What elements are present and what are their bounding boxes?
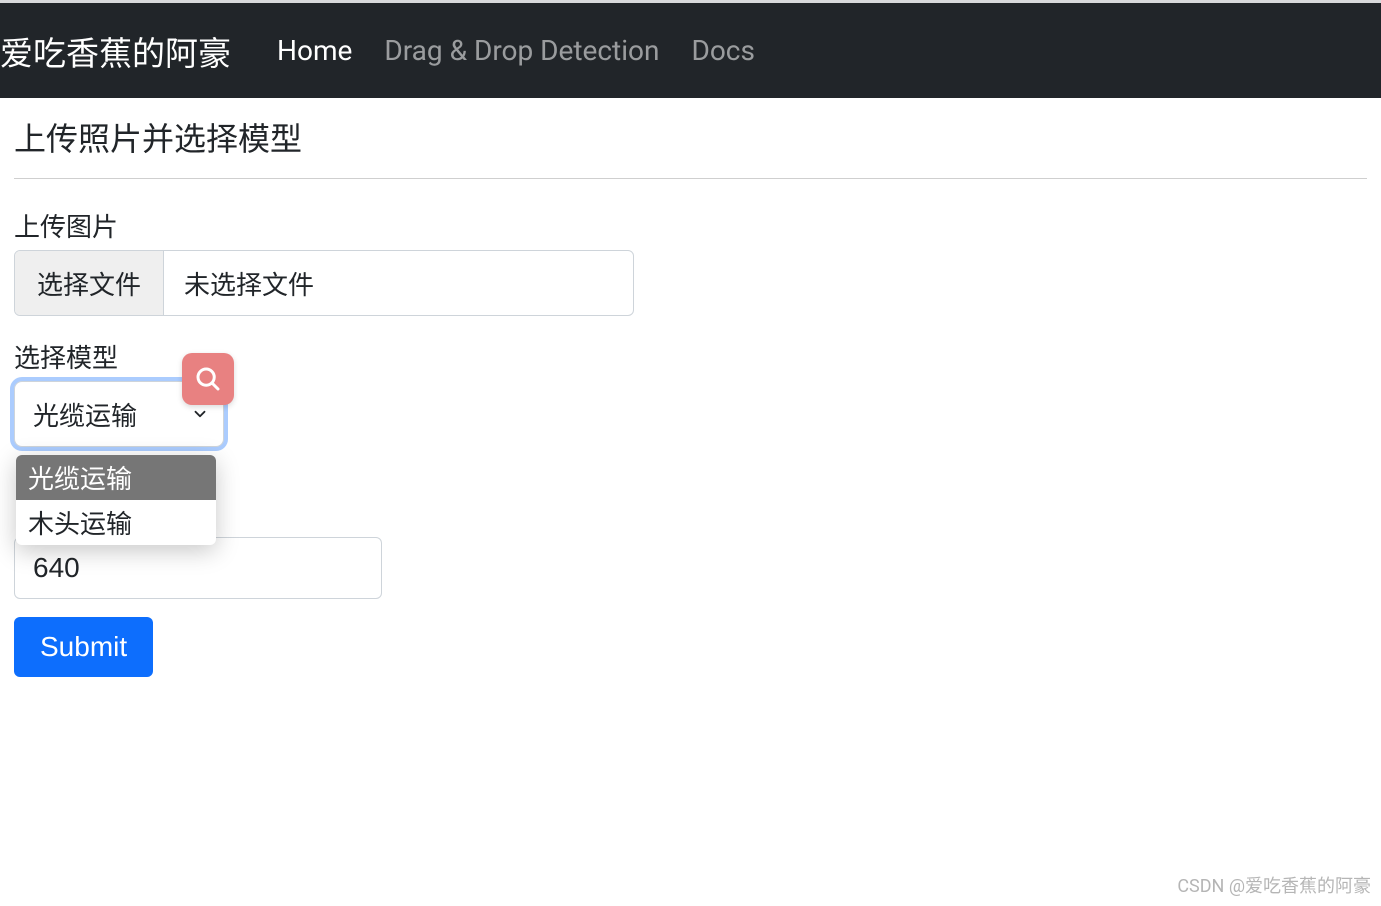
image-size-input[interactable]: [14, 537, 382, 599]
main-content: 上传照片并选择模型 上传图片 选择文件 未选择文件 选择模型 光缆运输 光缆运输…: [0, 98, 1381, 693]
nav-drag-drop-detection[interactable]: Drag & Drop Detection: [368, 34, 675, 67]
search-icon[interactable]: [182, 353, 234, 405]
submit-button[interactable]: Submit: [14, 617, 153, 677]
model-option-1[interactable]: 木头运输: [16, 500, 216, 545]
navbar: 爱吃香蕉的阿豪 Home Drag & Drop Detection Docs: [0, 0, 1381, 98]
model-select-value: 光缆运输: [33, 396, 137, 433]
upload-label: 上传图片: [14, 207, 1367, 244]
choose-file-button[interactable]: 选择文件: [15, 251, 164, 315]
model-select-container: 光缆运输 光缆运输 木头运输: [14, 381, 224, 447]
nav-home[interactable]: Home: [261, 34, 368, 67]
brand-title[interactable]: 爱吃香蕉的阿豪: [0, 27, 261, 75]
nav-docs[interactable]: Docs: [675, 34, 770, 67]
divider: [14, 178, 1367, 179]
file-status-text: 未选择文件: [164, 251, 314, 315]
model-dropdown-panel: 光缆运输 木头运输: [16, 455, 216, 545]
chevron-down-icon: [191, 405, 209, 423]
page-title: 上传照片并选择模型: [14, 114, 1367, 160]
file-input-row[interactable]: 选择文件 未选择文件: [14, 250, 634, 316]
model-option-0[interactable]: 光缆运输: [16, 455, 216, 500]
watermark-text: CSDN @爱吃香蕉的阿豪: [1177, 872, 1371, 898]
